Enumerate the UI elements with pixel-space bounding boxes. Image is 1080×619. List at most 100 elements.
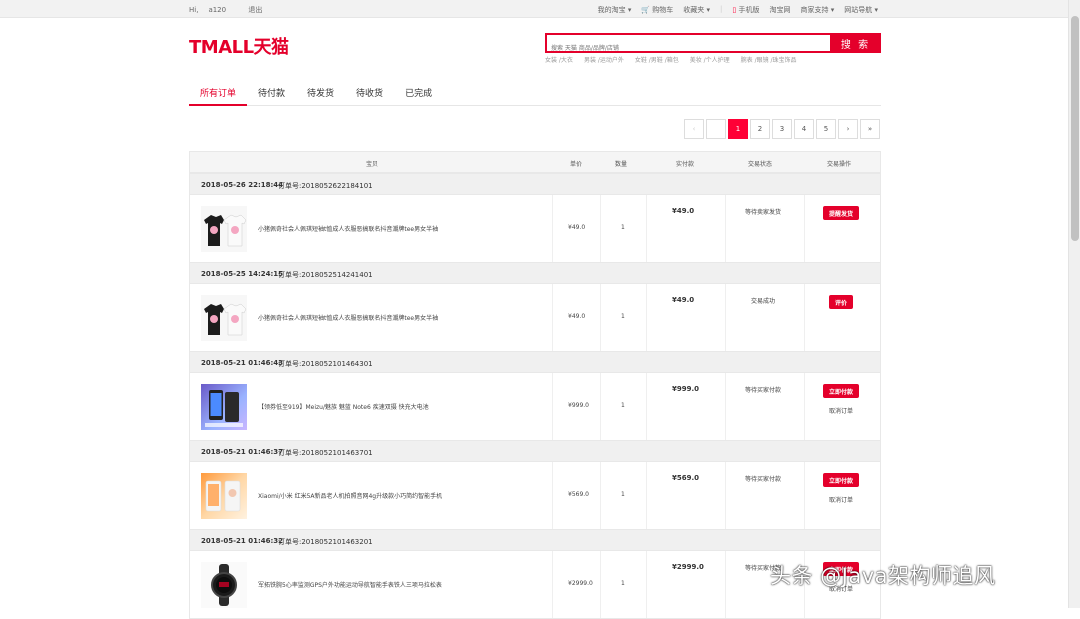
trade-status: 等待卖家发货 — [744, 209, 781, 216]
tab-pending-shipment[interactable]: 待发货 — [296, 82, 345, 106]
nav-merchant-support[interactable]: 商家支持 ▾ — [801, 5, 835, 15]
paid-amount: ¥49.0 — [672, 296, 695, 304]
hotword[interactable]: 男装 /运动户外 — [584, 55, 624, 64]
order-header: 2018-05-21 01:46:37 订单号:2018052101463701 — [189, 440, 881, 462]
unit-price: ¥999.0 — [568, 402, 589, 409]
order-date: 2018-05-25 14:24:15 — [201, 270, 284, 278]
page-first-button[interactable] — [706, 119, 726, 139]
watermark: 头条 @Java架构师追风 — [770, 564, 996, 588]
page-2-button[interactable]: 2 — [750, 119, 770, 139]
greeting: Hi, — [189, 6, 199, 14]
cancel-order-link[interactable]: 取消订单 — [829, 495, 853, 504]
order-number: 订单号:2018052101463701 — [278, 449, 373, 457]
remind-shipment-button[interactable]: 提醒发货 — [823, 206, 860, 220]
phone-icon: ▯ — [732, 6, 737, 14]
page-prev-button[interactable]: ‹ — [684, 119, 704, 139]
order-date: 2018-05-21 01:46:43 — [201, 359, 284, 367]
trade-status: 等待买家付款 — [744, 387, 781, 394]
nav-mobile[interactable]: ▯ 手机版 — [732, 5, 759, 15]
product-thumbnail[interactable] — [201, 206, 247, 252]
paid-amount: ¥569.0 — [672, 474, 700, 482]
cancel-order-link[interactable]: 取消订单 — [829, 406, 853, 415]
order-number: 订单号:2018052514241401 — [278, 271, 373, 279]
search-bar: 搜 索 — [545, 33, 881, 57]
hotword[interactable]: 美妆 /个人护理 — [690, 55, 730, 64]
product-thumbnail[interactable] — [201, 473, 247, 519]
cart-icon: 🛒 — [641, 6, 651, 14]
review-button[interactable]: 评价 — [829, 295, 854, 309]
nav-site-map[interactable]: 网站导航 ▾ — [844, 5, 878, 15]
tab-pending-receipt[interactable]: 待收货 — [345, 82, 394, 106]
product-thumbnail[interactable] — [201, 562, 247, 608]
hotword[interactable]: 女装 /大衣 — [545, 55, 573, 64]
order-header: 2018-05-21 01:46:43 订单号:2018052101464301 — [189, 351, 881, 373]
order-header: 2018-05-21 01:46:32 订单号:2018052101463201 — [189, 529, 881, 551]
order-header: 2018-05-25 14:24:15 订单号:2018052514241401 — [189, 262, 881, 284]
col-status: 交易状态 — [748, 161, 773, 168]
username[interactable]: a120 — [208, 6, 226, 14]
col-paid: 实付款 — [676, 161, 695, 168]
order-row: Xiaomi/小米 红米5A新品老人机拍照音网4g升级款小巧简约智能手机 ¥56… — [189, 462, 881, 530]
order-number: 订单号:2018052101463201 — [278, 538, 373, 546]
paid-amount: ¥2999.0 — [672, 563, 704, 571]
quantity: 1 — [621, 313, 625, 320]
tab-pending-payment[interactable]: 待付款 — [247, 82, 296, 106]
unit-price: ¥49.0 — [568, 224, 586, 231]
quantity: 1 — [621, 402, 625, 409]
divider: | — [720, 5, 723, 13]
paid-amount: ¥49.0 — [672, 207, 695, 215]
product-thumbnail[interactable] — [201, 295, 247, 341]
col-item: 宝贝 — [366, 161, 379, 168]
order-date: 2018-05-21 01:46:32 — [201, 537, 284, 545]
unit-price: ¥569.0 — [568, 491, 589, 498]
quantity: 1 — [621, 224, 625, 231]
search-button[interactable]: 搜 索 — [830, 33, 881, 53]
hotword[interactable]: 女鞋 /男鞋 /箱包 — [635, 55, 679, 64]
page-1-button[interactable]: 1 — [728, 119, 748, 139]
page-4-button[interactable]: 4 — [794, 119, 814, 139]
product-title[interactable]: 小猪佩奇社会人佩琪短袖t恤成人衣服恶搞联名抖音潮牌tee男女半袖 — [258, 224, 538, 233]
order-date: 2018-05-21 01:46:37 — [201, 448, 284, 456]
top-utility-bar: Hi, a120 退出 我的淘宝 ▾ 🛒 购物车 收藏夹 ▾ | ▯ 手机版 淘宝… — [0, 0, 1068, 18]
unit-price: ¥49.0 — [568, 313, 586, 320]
pagination: ‹ 1 2 3 4 5 › » — [684, 119, 880, 139]
page-5-button[interactable]: 5 — [816, 119, 836, 139]
quantity: 1 — [621, 580, 625, 587]
pay-now-button[interactable]: 立即付款 — [823, 473, 860, 487]
hot-search-words: 女装 /大衣 男装 /运动户外 女鞋 /男鞋 /箱包 美妆 /个人护理 腕表 /… — [545, 55, 797, 64]
hotword[interactable]: 腕表 /眼镜 /珠宝饰品 — [741, 55, 797, 64]
order-header: 2018-05-26 22:18:44 订单号:2018052622184101 — [189, 173, 881, 195]
order-row: 小猪佩奇社会人佩琪短袖t恤成人衣服恶搞联名抖音潮牌tee男女半袖 ¥49.0 1… — [189, 284, 881, 352]
order-row: 【领券低至919】Meizu/魅族 魅蓝 Note6 疾速双摄 快充大电池 ¥9… — [189, 373, 881, 441]
order-number: 订单号:2018052622184101 — [278, 182, 373, 190]
pay-now-button[interactable]: 立即付款 — [823, 384, 860, 398]
order-number: 订单号:2018052101464301 — [278, 360, 373, 368]
quantity: 1 — [621, 491, 625, 498]
product-thumbnail[interactable] — [201, 384, 247, 430]
product-title[interactable]: Xiaomi/小米 红米5A新品老人机拍照音网4g升级款小巧简约智能手机 — [258, 491, 538, 500]
page-next-button[interactable]: › — [838, 119, 858, 139]
product-title[interactable]: 小猪佩奇社会人佩琪短袖t恤成人衣服恶搞联名抖音潮牌tee男女半袖 — [258, 313, 538, 322]
unit-price: ¥2999.0 — [568, 580, 593, 587]
nav-favorites[interactable]: 收藏夹 ▾ — [683, 5, 710, 15]
product-title[interactable]: 军拓铁腕5心率监测GPS户外功能运动导航智能手表铁人三项马拉松表 — [258, 580, 538, 589]
vertical-scrollbar[interactable] — [1068, 0, 1080, 608]
scrollbar-thumb[interactable] — [1071, 16, 1079, 241]
logout-link[interactable]: 退出 — [248, 6, 262, 14]
order-date: 2018-05-26 22:18:44 — [201, 181, 284, 189]
tmall-logo[interactable]: TMALL天猫 — [189, 33, 289, 59]
paid-amount: ¥999.0 — [672, 385, 700, 393]
col-action: 交易操作 — [827, 161, 852, 168]
order-tabs: 所有订单 待付款 待发货 待收货 已完成 — [189, 82, 881, 106]
nav-taobao[interactable]: 淘宝网 — [770, 5, 791, 15]
tab-completed[interactable]: 已完成 — [394, 82, 443, 106]
nav-cart[interactable]: 🛒 购物车 — [641, 5, 673, 15]
trade-status: 等待买家付款 — [744, 476, 781, 483]
tab-all-orders[interactable]: 所有订单 — [189, 82, 248, 106]
order-table-header: 宝贝 单价 数量 实付款 交易状态 交易操作 — [189, 151, 881, 173]
order-row: 小猪佩奇社会人佩琪短袖t恤成人衣服恶搞联名抖音潮牌tee男女半袖 ¥49.0 1… — [189, 195, 881, 263]
page-3-button[interactable]: 3 — [772, 119, 792, 139]
product-title[interactable]: 【领券低至919】Meizu/魅族 魅蓝 Note6 疾速双摄 快充大电池 — [258, 402, 538, 411]
page-last-button[interactable]: » — [860, 119, 880, 139]
nav-my-taobao[interactable]: 我的淘宝 ▾ — [598, 5, 632, 15]
